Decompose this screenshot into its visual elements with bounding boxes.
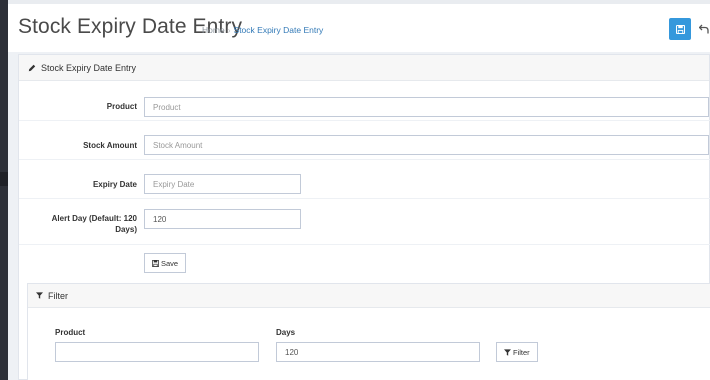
alert-day-input[interactable]: 120 bbox=[144, 209, 301, 229]
breadcrumb: Home › Stock Expiry Date Entry bbox=[202, 25, 323, 35]
funnel-icon bbox=[504, 348, 511, 356]
entry-form-panel-header: Stock Expiry Date Entry bbox=[19, 55, 709, 81]
pencil-icon bbox=[28, 64, 36, 71]
filter-panel: Filter Product Days 120 Filter bbox=[27, 283, 710, 380]
stock-amount-label: Stock Amount bbox=[83, 141, 137, 150]
funnel-icon bbox=[36, 292, 43, 299]
filter-product-input[interactable] bbox=[55, 342, 259, 362]
alert-day-label-line1: Alert Day (Default: 120 bbox=[51, 214, 137, 223]
expiry-date-label: Expiry Date bbox=[92, 180, 137, 189]
product-row: Product Product bbox=[19, 82, 710, 121]
filter-button-label: Filter bbox=[513, 347, 530, 357]
breadcrumb-separator: › bbox=[227, 25, 231, 35]
filter-days-input[interactable]: 120 bbox=[276, 342, 480, 362]
undo-arrow-icon bbox=[699, 24, 709, 34]
product-label: Product bbox=[106, 102, 137, 111]
save-button[interactable]: Save bbox=[144, 253, 187, 273]
header-back-button[interactable] bbox=[696, 18, 710, 40]
breadcrumb-current-link[interactable]: Stock Expiry Date Entry bbox=[234, 25, 324, 35]
product-input[interactable]: Product bbox=[144, 97, 709, 117]
sidebar-active-marker bbox=[0, 172, 8, 186]
filter-panel-title: Filter bbox=[48, 290, 68, 301]
breadcrumb-home-link[interactable]: Home bbox=[202, 25, 225, 35]
header-save-button[interactable] bbox=[669, 18, 691, 40]
floppy-disk-icon bbox=[675, 24, 685, 34]
page-content: Stock Expiry Date Entry Home › Stock Expir… bbox=[8, 0, 710, 380]
save-button-label: Save bbox=[161, 258, 179, 268]
expiry-date-row: Expiry Date Expiry Date bbox=[19, 160, 710, 199]
page-header: Stock Expiry Date Entry Home › Stock Expir… bbox=[8, 0, 710, 52]
stock-amount-row: Stock Amount Stock Amount bbox=[19, 121, 710, 160]
filter-product-label: Product bbox=[55, 328, 86, 337]
entry-form-panel-title: Stock Expiry Date Entry bbox=[41, 62, 137, 73]
alert-day-label-line2: Days) bbox=[115, 225, 137, 234]
entry-form-panel: Stock Expiry Date Entry Product Product … bbox=[18, 54, 710, 380]
alert-day-label: Alert Day (Default: 120 Days) bbox=[52, 213, 137, 235]
stock-amount-input[interactable]: Stock Amount bbox=[144, 135, 709, 155]
floppy-disk-icon bbox=[152, 259, 159, 267]
filter-button[interactable]: Filter bbox=[496, 342, 538, 362]
filter-days-label: Days bbox=[276, 328, 296, 337]
expiry-date-input[interactable]: Expiry Date bbox=[144, 174, 301, 194]
app-sidebar bbox=[0, 0, 8, 380]
alert-day-row: Alert Day (Default: 120 Days) 120 bbox=[19, 199, 710, 245]
filter-panel-header: Filter bbox=[28, 284, 710, 308]
